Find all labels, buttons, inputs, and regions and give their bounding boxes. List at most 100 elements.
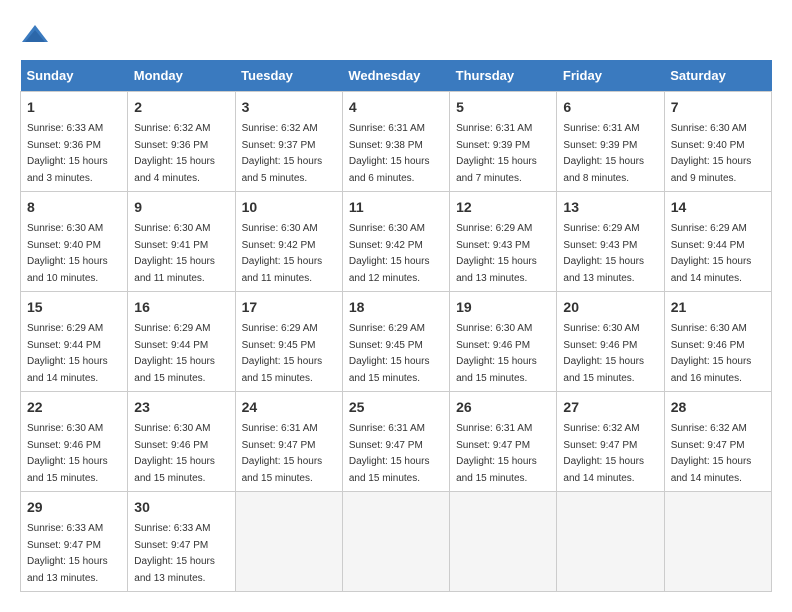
calendar-cell: 14 Sunrise: 6:29 AMSunset: 9:44 PMDaylig…: [664, 192, 771, 292]
day-info: Sunrise: 6:30 AMSunset: 9:41 PMDaylight:…: [134, 223, 215, 284]
day-info: Sunrise: 6:30 AMSunset: 9:46 PMDaylight:…: [27, 423, 108, 484]
calendar-cell: 17 Sunrise: 6:29 AMSunset: 9:45 PMDaylig…: [235, 292, 342, 392]
week-row-5: 29 Sunrise: 6:33 AMSunset: 9:47 PMDaylig…: [21, 492, 772, 592]
calendar-cell: 4 Sunrise: 6:31 AMSunset: 9:38 PMDayligh…: [342, 92, 449, 192]
calendar-cell: 5 Sunrise: 6:31 AMSunset: 9:39 PMDayligh…: [450, 92, 557, 192]
calendar-cell: 10 Sunrise: 6:30 AMSunset: 9:42 PMDaylig…: [235, 192, 342, 292]
calendar-cell: [557, 492, 664, 592]
calendar-cell: 20 Sunrise: 6:30 AMSunset: 9:46 PMDaylig…: [557, 292, 664, 392]
day-info: Sunrise: 6:32 AMSunset: 9:37 PMDaylight:…: [242, 123, 323, 184]
day-info: Sunrise: 6:31 AMSunset: 9:47 PMDaylight:…: [349, 423, 430, 484]
day-number: 11: [349, 197, 443, 218]
day-number: 24: [242, 397, 336, 418]
calendar-cell: 11 Sunrise: 6:30 AMSunset: 9:42 PMDaylig…: [342, 192, 449, 292]
day-info: Sunrise: 6:31 AMSunset: 9:39 PMDaylight:…: [563, 123, 644, 184]
calendar-cell: [450, 492, 557, 592]
day-info: Sunrise: 6:32 AMSunset: 9:47 PMDaylight:…: [671, 423, 752, 484]
calendar-cell: [664, 492, 771, 592]
calendar-cell: 7 Sunrise: 6:30 AMSunset: 9:40 PMDayligh…: [664, 92, 771, 192]
calendar-cell: 9 Sunrise: 6:30 AMSunset: 9:41 PMDayligh…: [128, 192, 235, 292]
day-info: Sunrise: 6:33 AMSunset: 9:47 PMDaylight:…: [134, 523, 215, 584]
calendar-cell: 1 Sunrise: 6:33 AMSunset: 9:36 PMDayligh…: [21, 92, 128, 192]
header-wednesday: Wednesday: [342, 60, 449, 92]
day-number: 16: [134, 297, 228, 318]
day-number: 2: [134, 97, 228, 118]
logo-icon: [20, 20, 50, 50]
week-row-3: 15 Sunrise: 6:29 AMSunset: 9:44 PMDaylig…: [21, 292, 772, 392]
calendar-cell: [235, 492, 342, 592]
day-number: 17: [242, 297, 336, 318]
day-number: 26: [456, 397, 550, 418]
calendar-body: 1 Sunrise: 6:33 AMSunset: 9:36 PMDayligh…: [21, 92, 772, 592]
calendar-cell: 29 Sunrise: 6:33 AMSunset: 9:47 PMDaylig…: [21, 492, 128, 592]
day-number: 7: [671, 97, 765, 118]
calendar-cell: 22 Sunrise: 6:30 AMSunset: 9:46 PMDaylig…: [21, 392, 128, 492]
day-number: 21: [671, 297, 765, 318]
header-tuesday: Tuesday: [235, 60, 342, 92]
day-info: Sunrise: 6:31 AMSunset: 9:39 PMDaylight:…: [456, 123, 537, 184]
calendar-table: SundayMondayTuesdayWednesdayThursdayFrid…: [20, 60, 772, 592]
day-number: 23: [134, 397, 228, 418]
day-number: 6: [563, 97, 657, 118]
calendar-cell: 13 Sunrise: 6:29 AMSunset: 9:43 PMDaylig…: [557, 192, 664, 292]
day-info: Sunrise: 6:30 AMSunset: 9:46 PMDaylight:…: [456, 323, 537, 384]
logo: [20, 20, 54, 50]
calendar-cell: 2 Sunrise: 6:32 AMSunset: 9:36 PMDayligh…: [128, 92, 235, 192]
day-info: Sunrise: 6:30 AMSunset: 9:40 PMDaylight:…: [671, 123, 752, 184]
week-row-2: 8 Sunrise: 6:30 AMSunset: 9:40 PMDayligh…: [21, 192, 772, 292]
day-number: 9: [134, 197, 228, 218]
day-number: 13: [563, 197, 657, 218]
day-number: 30: [134, 497, 228, 518]
calendar-cell: [342, 492, 449, 592]
calendar-cell: 27 Sunrise: 6:32 AMSunset: 9:47 PMDaylig…: [557, 392, 664, 492]
header-row: SundayMondayTuesdayWednesdayThursdayFrid…: [21, 60, 772, 92]
day-number: 20: [563, 297, 657, 318]
calendar-cell: 3 Sunrise: 6:32 AMSunset: 9:37 PMDayligh…: [235, 92, 342, 192]
calendar-cell: 19 Sunrise: 6:30 AMSunset: 9:46 PMDaylig…: [450, 292, 557, 392]
day-info: Sunrise: 6:29 AMSunset: 9:44 PMDaylight:…: [27, 323, 108, 384]
day-info: Sunrise: 6:32 AMSunset: 9:36 PMDaylight:…: [134, 123, 215, 184]
day-number: 1: [27, 97, 121, 118]
day-number: 4: [349, 97, 443, 118]
week-row-4: 22 Sunrise: 6:30 AMSunset: 9:46 PMDaylig…: [21, 392, 772, 492]
day-info: Sunrise: 6:29 AMSunset: 9:43 PMDaylight:…: [456, 223, 537, 284]
calendar-cell: 18 Sunrise: 6:29 AMSunset: 9:45 PMDaylig…: [342, 292, 449, 392]
day-number: 27: [563, 397, 657, 418]
calendar-cell: 21 Sunrise: 6:30 AMSunset: 9:46 PMDaylig…: [664, 292, 771, 392]
day-info: Sunrise: 6:33 AMSunset: 9:47 PMDaylight:…: [27, 523, 108, 584]
header-sunday: Sunday: [21, 60, 128, 92]
header-friday: Friday: [557, 60, 664, 92]
day-number: 10: [242, 197, 336, 218]
day-info: Sunrise: 6:29 AMSunset: 9:45 PMDaylight:…: [242, 323, 323, 384]
day-info: Sunrise: 6:31 AMSunset: 9:38 PMDaylight:…: [349, 123, 430, 184]
page-header: [20, 20, 772, 50]
calendar-cell: 24 Sunrise: 6:31 AMSunset: 9:47 PMDaylig…: [235, 392, 342, 492]
calendar-cell: 23 Sunrise: 6:30 AMSunset: 9:46 PMDaylig…: [128, 392, 235, 492]
calendar-header: SundayMondayTuesdayWednesdayThursdayFrid…: [21, 60, 772, 92]
day-number: 19: [456, 297, 550, 318]
day-number: 5: [456, 97, 550, 118]
day-info: Sunrise: 6:32 AMSunset: 9:47 PMDaylight:…: [563, 423, 644, 484]
day-info: Sunrise: 6:29 AMSunset: 9:44 PMDaylight:…: [134, 323, 215, 384]
day-info: Sunrise: 6:29 AMSunset: 9:43 PMDaylight:…: [563, 223, 644, 284]
day-info: Sunrise: 6:30 AMSunset: 9:42 PMDaylight:…: [349, 223, 430, 284]
day-number: 28: [671, 397, 765, 418]
day-number: 8: [27, 197, 121, 218]
day-info: Sunrise: 6:29 AMSunset: 9:45 PMDaylight:…: [349, 323, 430, 384]
day-info: Sunrise: 6:31 AMSunset: 9:47 PMDaylight:…: [242, 423, 323, 484]
day-number: 18: [349, 297, 443, 318]
calendar-cell: 28 Sunrise: 6:32 AMSunset: 9:47 PMDaylig…: [664, 392, 771, 492]
header-thursday: Thursday: [450, 60, 557, 92]
day-info: Sunrise: 6:33 AMSunset: 9:36 PMDaylight:…: [27, 123, 108, 184]
day-info: Sunrise: 6:30 AMSunset: 9:46 PMDaylight:…: [671, 323, 752, 384]
calendar-cell: 6 Sunrise: 6:31 AMSunset: 9:39 PMDayligh…: [557, 92, 664, 192]
week-row-1: 1 Sunrise: 6:33 AMSunset: 9:36 PMDayligh…: [21, 92, 772, 192]
day-number: 15: [27, 297, 121, 318]
day-info: Sunrise: 6:30 AMSunset: 9:46 PMDaylight:…: [134, 423, 215, 484]
calendar-cell: 15 Sunrise: 6:29 AMSunset: 9:44 PMDaylig…: [21, 292, 128, 392]
calendar-cell: 25 Sunrise: 6:31 AMSunset: 9:47 PMDaylig…: [342, 392, 449, 492]
day-number: 25: [349, 397, 443, 418]
day-info: Sunrise: 6:31 AMSunset: 9:47 PMDaylight:…: [456, 423, 537, 484]
day-number: 29: [27, 497, 121, 518]
day-info: Sunrise: 6:30 AMSunset: 9:42 PMDaylight:…: [242, 223, 323, 284]
